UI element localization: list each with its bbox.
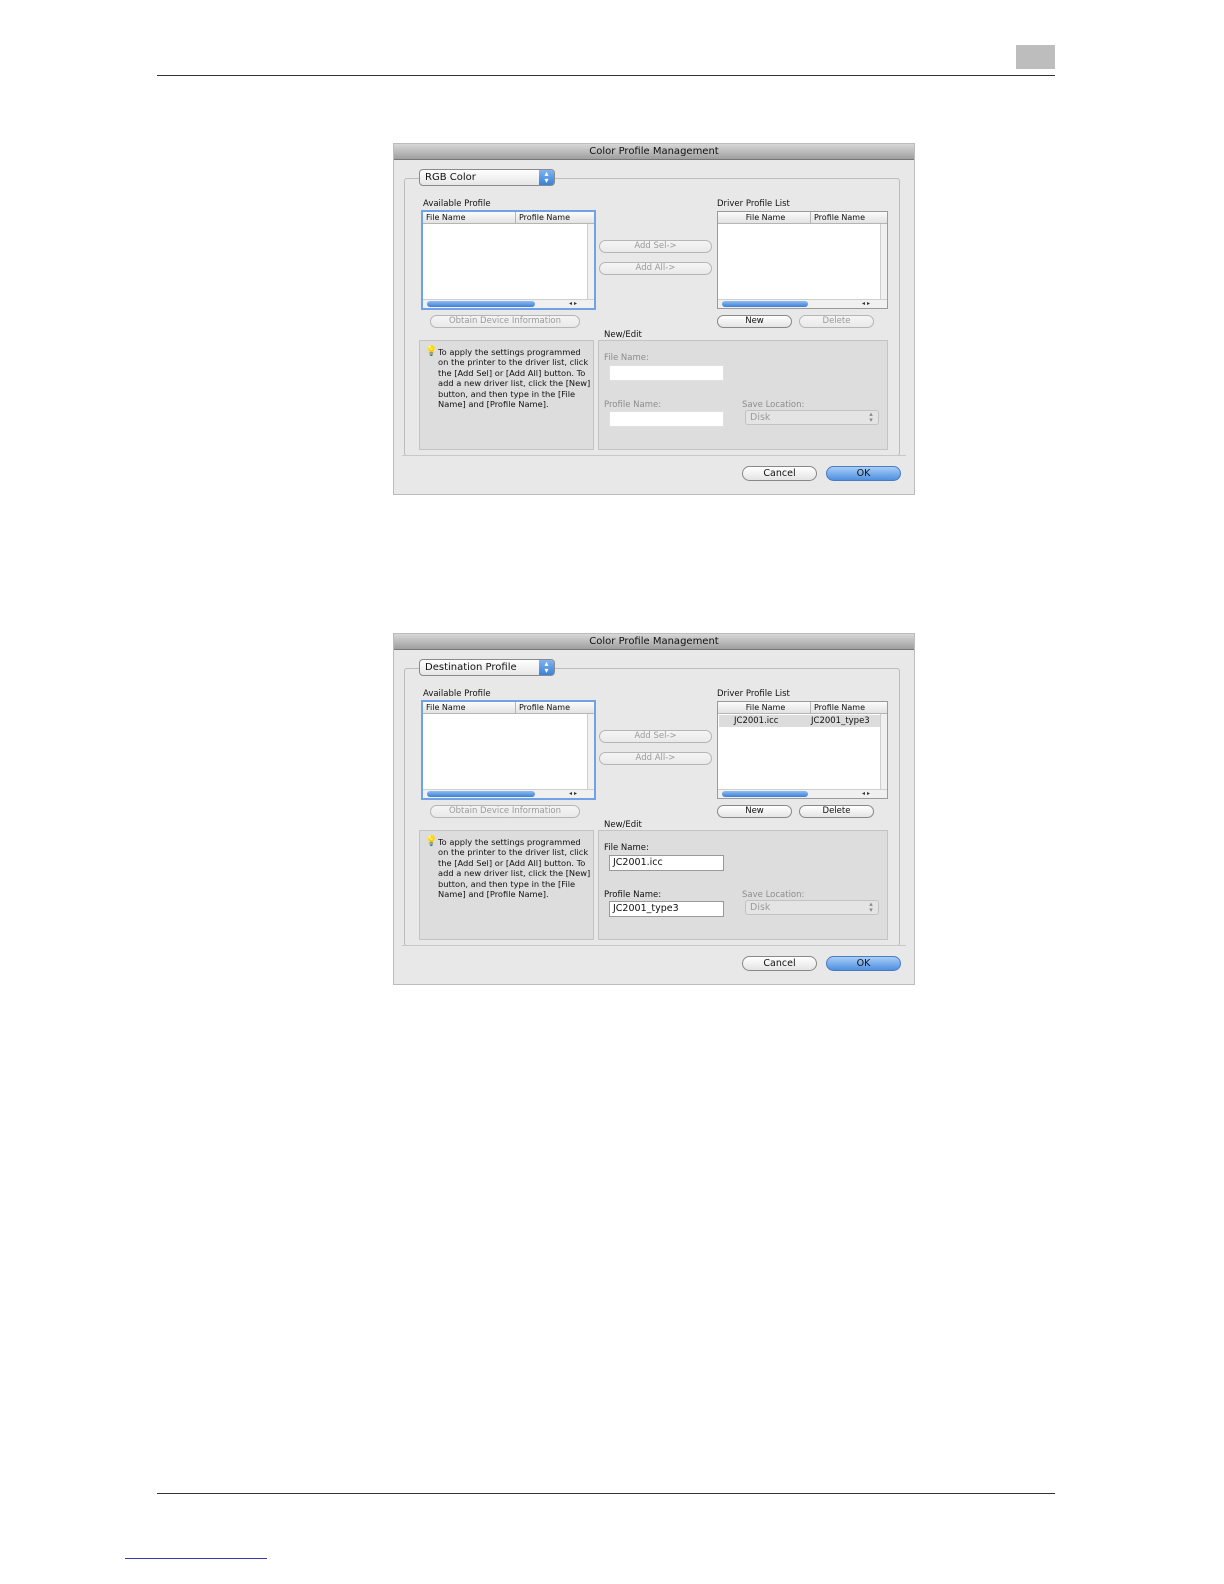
scroll-arrows-icon[interactable]: ◂▸ [569,790,579,798]
table-row[interactable]: JC2001.icc JC2001_type3 [719,715,880,727]
popup-updown-icon[interactable]: ▴ ▾ [539,660,554,675]
ok-button[interactable]: OK [826,956,901,971]
scroll-thumb[interactable] [722,301,808,307]
vertical-scrollbar[interactable] [587,714,594,789]
row-file-name: JC2001.icc [734,716,779,726]
available-profile-list[interactable]: File Name Profile Name ◂▸ [421,700,596,800]
lightbulb-icon: 💡 [425,346,438,357]
list-header: File Name Profile Name [423,212,594,224]
file-name-field[interactable] [609,365,724,381]
driver-profile-list-label: Driver Profile List [717,689,790,699]
dialog-title: Color Profile Management [589,636,719,647]
profile-name-field[interactable]: JC2001_type3 [609,901,724,917]
popup-updown-icon[interactable]: ▴ ▾ [539,170,554,185]
delete-button[interactable]: Delete [799,805,874,818]
profile-type-popup[interactable]: Destination Profile [419,659,555,676]
scroll-arrows-icon[interactable]: ◂▸ [862,790,872,798]
profile-name-label: Profile Name: [604,890,662,900]
ok-button[interactable]: OK [826,466,901,481]
scroll-arrows-icon[interactable]: ◂▸ [862,300,872,308]
col-profile-name[interactable]: Profile Name [515,702,594,714]
vertical-scrollbar[interactable] [880,714,887,789]
add-sel-button[interactable]: Add Sel-> [599,240,712,253]
save-location-label: Save Location: [742,400,805,410]
available-profile-label: Available Profile [423,199,491,209]
dialog-titlebar: Color Profile Management [394,634,914,650]
new-edit-label: New/Edit [604,820,642,830]
save-location-select[interactable]: Disk [745,410,879,425]
obtain-device-info-button[interactable]: Obtain Device Information [430,805,580,818]
horizontal-scrollbar[interactable]: ◂▸ [423,299,594,308]
add-all-button[interactable]: Add All-> [599,262,712,275]
list-header: File Name Profile Name [423,702,594,714]
select-updown-icon[interactable]: ▴ ▾ [866,411,876,424]
horizontal-scrollbar[interactable]: ◂▸ [718,299,887,308]
scroll-thumb[interactable] [427,301,535,307]
vertical-scrollbar[interactable] [587,224,594,299]
file-name-field[interactable]: JC2001.icc [609,855,724,871]
add-sel-button[interactable]: Add Sel-> [599,730,712,743]
delete-button[interactable]: Delete [799,315,874,328]
driver-profile-list-label: Driver Profile List [717,199,790,209]
footer-link-underline [125,1558,267,1559]
add-all-button[interactable]: Add All-> [599,752,712,765]
hint-text: To apply the settings programmed on the … [438,837,591,900]
col-file-name[interactable]: File Name [718,212,810,224]
list-header: File Name Profile Name [718,702,887,714]
list-header: File Name Profile Name [718,212,887,224]
select-updown-icon[interactable]: ▴ ▾ [866,901,876,914]
col-file-name[interactable]: File Name [718,702,810,714]
col-file-name[interactable]: File Name [423,702,515,714]
save-location-select[interactable]: Disk [745,900,879,915]
profile-name-label: Profile Name: [604,400,662,410]
available-profile-label: Available Profile [423,689,491,699]
horizontal-scrollbar[interactable]: ◂▸ [718,789,887,798]
horizontal-scrollbar[interactable]: ◂▸ [423,789,594,798]
available-profile-list[interactable]: File Name Profile Name ◂▸ [421,210,596,310]
col-profile-name[interactable]: Profile Name [810,702,887,714]
page-number-box [1016,45,1055,69]
lightbulb-icon: 💡 [425,836,438,847]
dialog-titlebar: Color Profile Management [394,144,914,160]
new-button[interactable]: New [717,805,792,818]
cancel-button[interactable]: Cancel [742,956,817,971]
scroll-thumb[interactable] [427,791,535,797]
save-location-label: Save Location: [742,890,805,900]
file-name-label: File Name: [604,353,649,363]
obtain-device-info-button[interactable]: Obtain Device Information [430,315,580,328]
row-profile-name: JC2001_type3 [811,716,870,726]
file-name-label: File Name: [604,843,649,853]
hint-text: To apply the settings programmed on the … [438,347,591,410]
color-profile-dialog-destination: Color Profile Management Destination Pro… [393,633,915,985]
profile-name-field[interactable] [609,411,724,427]
dialog-divider [402,945,906,946]
driver-profile-list[interactable]: File Name Profile Name JC2001.icc JC2001… [717,701,888,799]
scroll-thumb[interactable] [722,791,808,797]
col-file-name[interactable]: File Name [423,212,515,224]
driver-profile-list[interactable]: File Name Profile Name ◂▸ [717,211,888,309]
color-profile-dialog-rgb: Color Profile Management RGB Color ▴ ▾ Av… [393,143,915,495]
profile-type-popup[interactable]: RGB Color [419,169,555,186]
dialog-title: Color Profile Management [589,146,719,157]
scroll-arrows-icon[interactable]: ◂▸ [569,300,579,308]
new-button[interactable]: New [717,315,792,328]
cancel-button[interactable]: Cancel [742,466,817,481]
page-footer-rule [157,1493,1055,1494]
vertical-scrollbar[interactable] [880,224,887,299]
col-profile-name[interactable]: Profile Name [515,212,594,224]
dialog-divider [402,455,906,456]
page-header-rule [157,75,1055,76]
new-edit-label: New/Edit [604,330,642,340]
col-profile-name[interactable]: Profile Name [810,212,887,224]
